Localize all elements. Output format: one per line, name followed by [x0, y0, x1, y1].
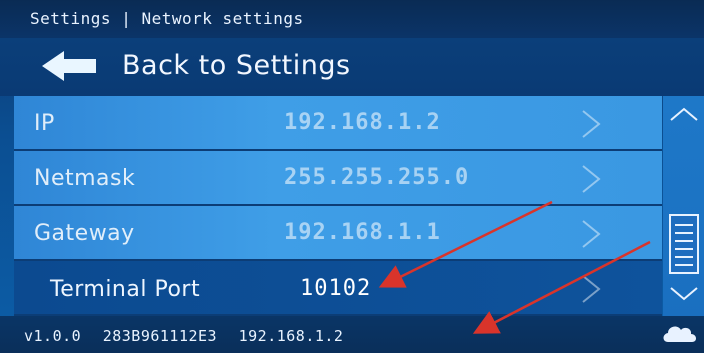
chevron-right-icon[interactable]	[580, 163, 602, 195]
chevron-right-icon[interactable]	[580, 273, 602, 305]
cloud-icon	[663, 326, 697, 342]
network-settings-list: IP 192.168.1.2 Netmask 255.255.255.0 Gat…	[14, 96, 662, 316]
netmask-value: 255.255.255.0	[284, 165, 470, 190]
terminal-port-label: Terminal Port	[50, 277, 201, 302]
list-item-terminal-port[interactable]: Terminal Port 10102	[14, 261, 662, 316]
gateway-value: 192.168.1.1	[284, 220, 441, 245]
ip-label: IP	[34, 111, 55, 136]
list-item-ip[interactable]: IP 192.168.1.2	[14, 96, 662, 151]
chevron-right-icon[interactable]	[580, 108, 602, 140]
back-arrow-icon[interactable]	[40, 49, 98, 83]
network-settings-screen: Settings | Network settings Back to Sett…	[0, 0, 704, 353]
title-bar: Settings | Network settings	[0, 0, 704, 39]
terminal-port-value: 10102	[300, 276, 372, 301]
gateway-label: Gateway	[34, 221, 135, 246]
ip-value: 192.168.1.2	[284, 110, 441, 135]
chevron-right-icon[interactable]	[580, 218, 602, 250]
back-to-settings-label[interactable]: Back to Settings	[122, 50, 351, 81]
device-ip: 192.168.1.2	[238, 327, 344, 345]
chevron-up-icon[interactable]	[669, 104, 699, 124]
firmware-version: v1.0.0	[24, 327, 82, 345]
list-item-netmask[interactable]: Netmask 255.255.255.0	[14, 151, 662, 206]
device-id: 283B961112E3	[102, 327, 218, 345]
status-bar: v1.0.0 283B961112E3 192.168.1.2	[0, 316, 704, 353]
chevron-down-icon[interactable]	[669, 284, 699, 304]
list-item-gateway[interactable]: Gateway 192.168.1.1	[14, 206, 662, 261]
scrollbar-thumb[interactable]	[669, 214, 699, 274]
netmask-label: Netmask	[34, 166, 136, 191]
back-to-settings-button[interactable]	[0, 38, 704, 96]
status-line: v1.0.0 283B961112E3 192.168.1.2	[24, 327, 355, 345]
scrollbar[interactable]	[663, 96, 704, 316]
page-title: Settings | Network settings	[30, 9, 304, 28]
